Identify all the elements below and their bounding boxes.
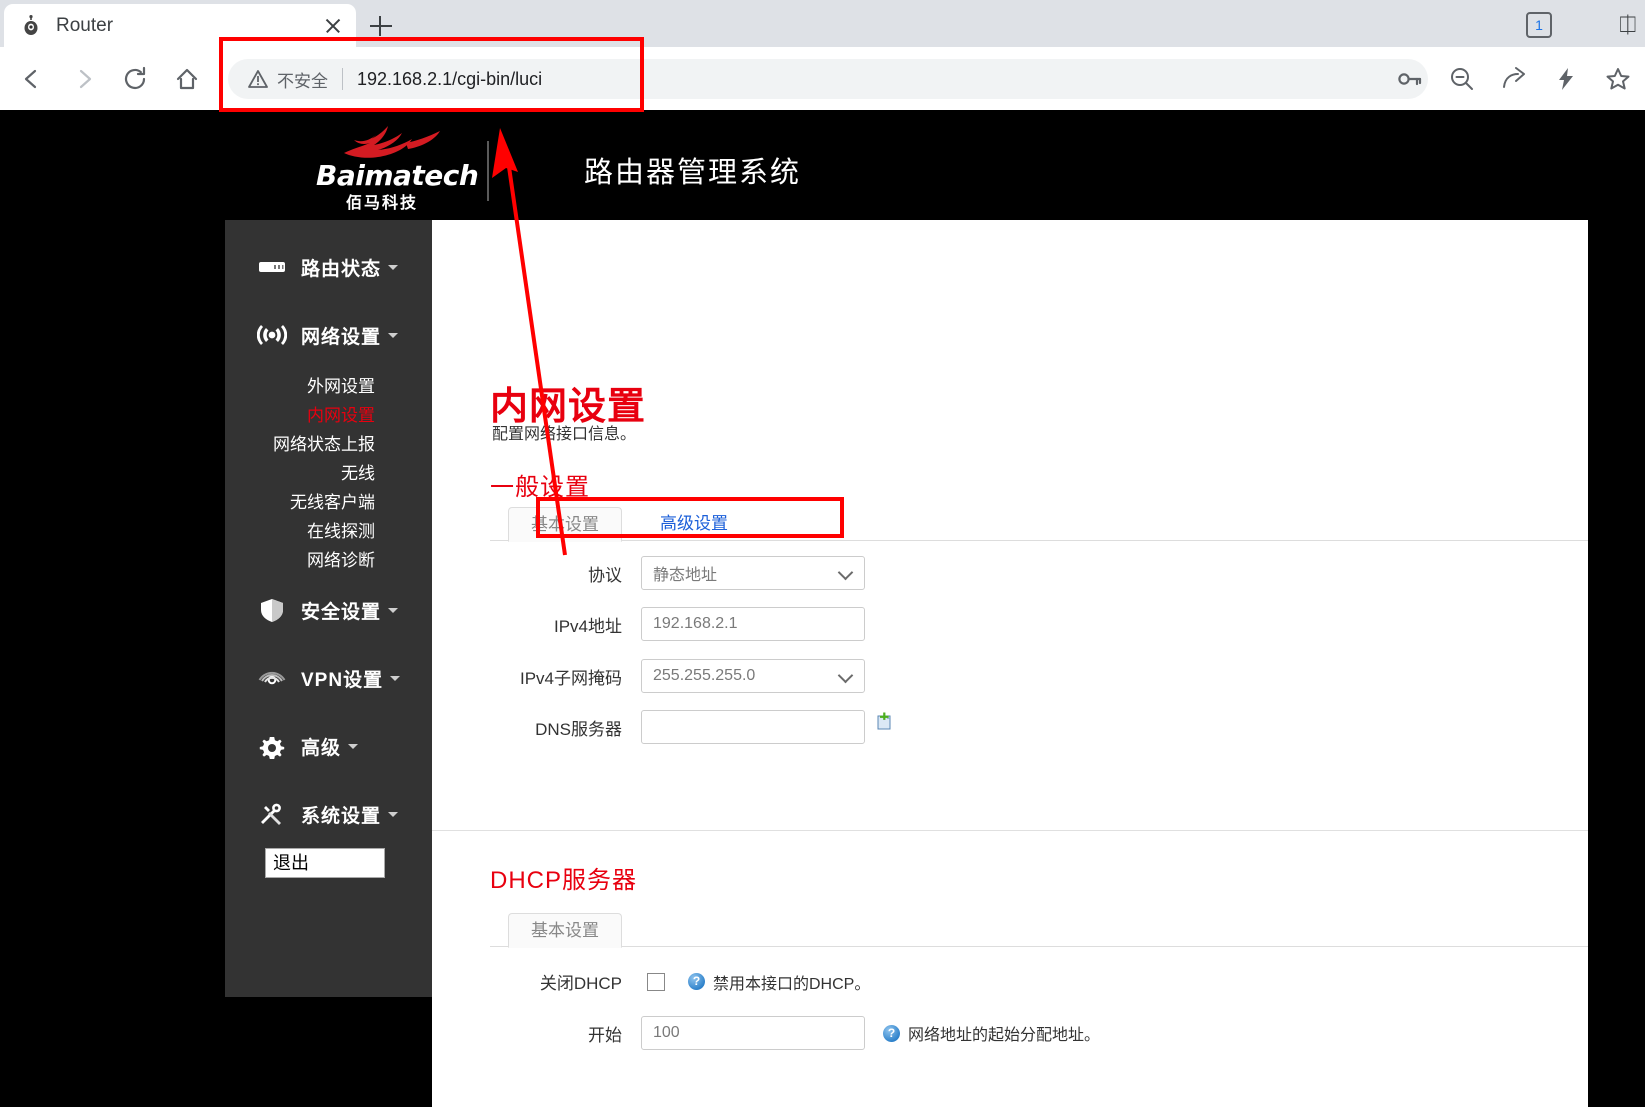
- lightning-icon[interactable]: [1552, 65, 1580, 93]
- router-admin-page: Baimatech 佰马科技 路由器管理系统 路由状态: [0, 110, 1645, 997]
- disable-dhcp-checkbox[interactable]: [647, 973, 665, 991]
- router-device-icon: [255, 252, 289, 282]
- ipv4-address-input[interactable]: 192.168.2.1: [641, 607, 865, 641]
- help-hint: ? 禁用本接口的DHCP。: [688, 970, 870, 994]
- key-icon[interactable]: [1396, 65, 1424, 93]
- form-row-dns-server: DNS服务器: [490, 710, 894, 744]
- close-icon[interactable]: [320, 13, 346, 39]
- sidebar-item-wan-settings[interactable]: 外网设置: [225, 372, 432, 401]
- chevron-down-icon: [388, 265, 398, 270]
- sidebar-item-router-status[interactable]: 路由状态: [225, 242, 432, 292]
- sidebar-item-network-settings[interactable]: 网络设置: [225, 310, 432, 360]
- field-label: DNS服务器: [490, 715, 641, 740]
- home-icon[interactable]: [169, 61, 205, 97]
- annotation-arrow: [430, 100, 630, 560]
- field-label: 关闭DHCP: [490, 969, 641, 994]
- star-bookmark-icon[interactable]: [1604, 65, 1632, 93]
- chevron-down-icon: [388, 333, 398, 338]
- forward-arrow-icon: [66, 61, 102, 97]
- router-favicon-icon: [20, 15, 42, 37]
- add-green-icon[interactable]: [874, 711, 894, 731]
- sidebar-item-security-settings[interactable]: 安全设置: [225, 585, 432, 635]
- shield-icon: [255, 595, 289, 625]
- tab-dhcp-basic-settings[interactable]: 基本设置: [508, 913, 622, 948]
- sidebar-subnav-network: 外网设置 内网设置 网络状态上报 无线 无线客户端 在线探测 网络诊断: [225, 372, 432, 575]
- dns-server-input[interactable]: [641, 710, 865, 744]
- help-question-icon[interactable]: ?: [688, 973, 705, 990]
- form-row-ipv4-address: IPv4地址 192.168.2.1: [490, 607, 865, 641]
- reload-icon[interactable]: [117, 61, 153, 97]
- field-label: 开始: [490, 1021, 641, 1046]
- sidebar-item-lan-settings[interactable]: 内网设置: [225, 401, 432, 430]
- brand-logo: Baimatech 佰马科技: [316, 123, 448, 208]
- chevron-down-icon: [388, 812, 398, 817]
- help-text: 网络地址的起始分配地址。: [908, 1021, 1100, 1045]
- sidebar-label: 路由状态: [301, 254, 381, 281]
- tab-title: Router: [56, 15, 320, 37]
- share-icon[interactable]: [1500, 65, 1528, 93]
- sidebar-item-system-settings[interactable]: 系统设置: [225, 789, 432, 839]
- sidebar-label: 高级: [301, 733, 341, 760]
- help-text: 禁用本接口的DHCP。: [713, 970, 870, 994]
- field-label: IPv4地址: [490, 612, 641, 637]
- form-row-protocol: 协议 静态地址: [490, 556, 865, 590]
- sidebar-item-vpn-settings[interactable]: VPN设置: [225, 653, 432, 703]
- sidebar-label: 安全设置: [301, 597, 381, 624]
- help-question-icon[interactable]: ?: [883, 1025, 900, 1042]
- sidebar-item-online-probe[interactable]: 在线探测: [225, 517, 432, 546]
- site-header: Baimatech 佰马科技 路由器管理系统: [0, 110, 1588, 220]
- protocol-select[interactable]: 静态地址: [641, 556, 865, 590]
- vpn-arc-icon: [255, 663, 289, 693]
- profile-icon[interactable]: ⎅: [1619, 10, 1645, 40]
- sidebar-item-wireless[interactable]: 无线: [225, 459, 432, 488]
- chevron-down-icon: [388, 608, 398, 613]
- tab-counter-badge[interactable]: 1: [1526, 12, 1552, 38]
- ipv4-netmask-select[interactable]: 255.255.255.0: [641, 659, 865, 693]
- logout-button[interactable]: 退出: [265, 848, 385, 878]
- annotation-ip-field-highlight-box: [536, 497, 844, 538]
- form-row-disable-dhcp: 关闭DHCP ? 禁用本接口的DHCP。: [490, 969, 870, 994]
- wireless-signal-icon: [255, 320, 289, 350]
- help-hint: ? 网络地址的起始分配地址。: [883, 1021, 1100, 1045]
- sidebar-label: VPN设置: [301, 665, 383, 692]
- sidebar-item-network-diagnostics[interactable]: 网络诊断: [225, 546, 432, 575]
- form-row-ipv4-netmask: IPv4子网掩码 255.255.255.0: [490, 659, 865, 693]
- chevron-down-icon: [348, 744, 358, 749]
- section-title-dhcp: DHCP服务器: [490, 860, 637, 895]
- annotation-url-highlight-box: [219, 37, 644, 112]
- gear-icon: [255, 731, 289, 761]
- sidebar-label: 系统设置: [301, 801, 381, 828]
- tab-bar-dhcp: 基本设置: [490, 913, 1588, 947]
- field-label: 协议: [490, 561, 641, 586]
- sidebar-nav: 路由状态 网络设置 外网设置 内网设置 网络状态上报 无线 无线客户端: [225, 220, 432, 997]
- brand-subname: 佰马科技: [316, 189, 448, 213]
- toolbar-icon-group: [1396, 59, 1632, 99]
- sidebar-item-wireless-client[interactable]: 无线客户端: [225, 488, 432, 517]
- divider: [432, 830, 1588, 831]
- chevron-down-icon: [390, 676, 400, 681]
- tools-icon: [255, 799, 289, 829]
- dhcp-start-input[interactable]: 100: [641, 1016, 865, 1050]
- brand-name: Baimatech: [316, 159, 448, 192]
- back-arrow-icon[interactable]: [14, 61, 50, 97]
- sidebar-label: 网络设置: [301, 322, 381, 349]
- sidebar-item-advanced[interactable]: 高级: [225, 721, 432, 771]
- zoom-out-icon[interactable]: [1448, 65, 1476, 93]
- form-row-dhcp-start: 开始 100 ? 网络地址的起始分配地址。: [490, 1016, 1100, 1050]
- field-label: IPv4子网掩码: [490, 664, 641, 689]
- sidebar-item-network-status-report[interactable]: 网络状态上报: [225, 430, 432, 459]
